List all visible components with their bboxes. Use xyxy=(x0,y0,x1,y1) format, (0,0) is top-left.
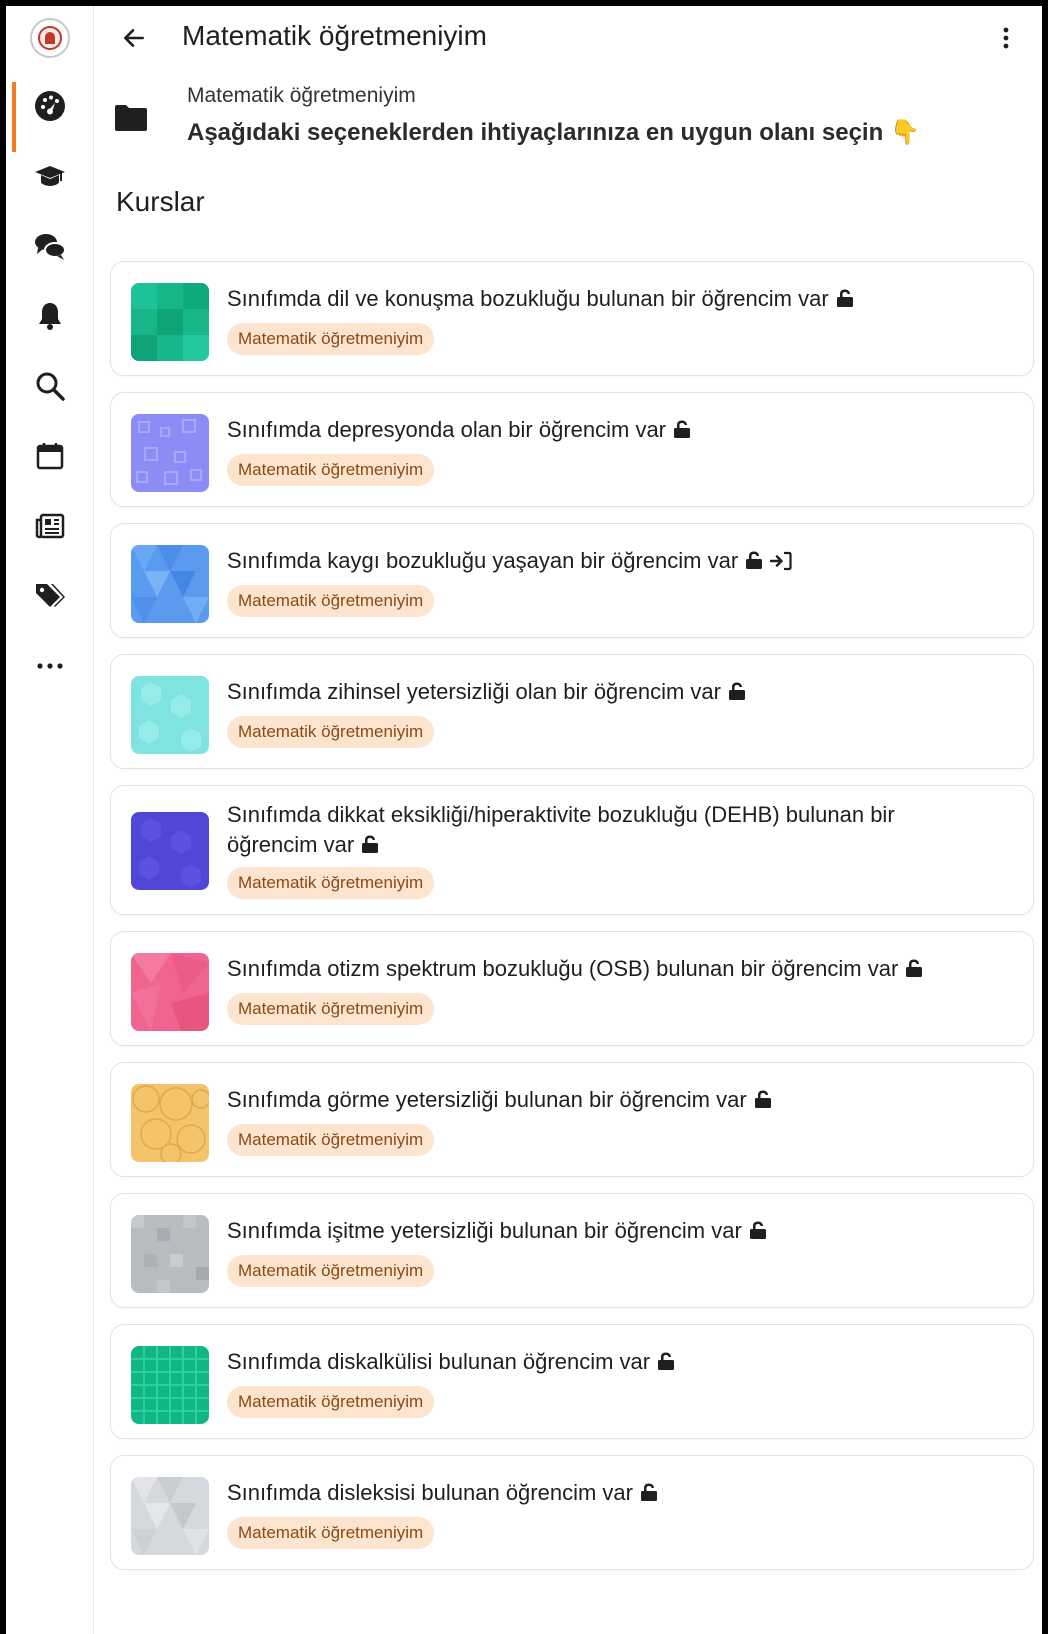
course-title[interactable]: Sınıfımda disleksisi bulunan öğrencim va… xyxy=(227,1478,993,1508)
folder-icon xyxy=(115,105,147,131)
unlock-icon xyxy=(754,1090,771,1108)
sidebar-item-courses[interactable] xyxy=(6,148,94,204)
unlock-icon xyxy=(836,289,853,307)
course-card[interactable]: Sınıfımda depresyonda olan bir öğrencim … xyxy=(110,392,1034,507)
category-description: Aşağıdaki seçeneklerden ihtiyaçlarınıza … xyxy=(187,118,920,147)
unlock-icon xyxy=(658,1352,675,1370)
unlock-icon xyxy=(728,682,745,700)
course-image xyxy=(131,953,209,1031)
course-title[interactable]: Sınıfımda dikkat eksikliği/hiperaktivite… xyxy=(227,800,943,860)
course-card[interactable]: Sınıfımda dikkat eksikliği/hiperaktivite… xyxy=(110,785,1034,915)
sidebar-item-blog[interactable] xyxy=(6,498,94,554)
tags-icon xyxy=(36,584,65,607)
news-icon xyxy=(35,513,65,539)
course-title[interactable]: Sınıfımda dil ve konuşma bozukluğu bulun… xyxy=(227,284,993,314)
course-title[interactable]: Sınıfımda görme yetersizliği bulunan bir… xyxy=(227,1085,993,1115)
course-card[interactable]: Sınıfımda görme yetersizliği bulunan bir… xyxy=(110,1062,1034,1177)
breadcrumb[interactable]: Matematik öğretmeniyim xyxy=(187,84,416,108)
graduation-cap-icon xyxy=(35,166,65,186)
course-card[interactable]: Sınıfımda diskalkülisi bulunan öğrencim … xyxy=(110,1324,1034,1439)
unlock-icon xyxy=(674,420,691,438)
course-image xyxy=(131,1084,209,1162)
course-image xyxy=(131,812,209,890)
category-badge: Matematik öğretmeniyim xyxy=(227,323,435,355)
top-bar: Matematik öğretmeniyim xyxy=(94,6,1042,70)
unlock-icon xyxy=(906,959,923,977)
course-title[interactable]: Sınıfımda zihinsel yetersizliği olan bir… xyxy=(227,677,993,707)
logo-emblem-icon xyxy=(38,26,62,50)
sign-in-icon xyxy=(770,551,792,571)
sidebar-item-more[interactable] xyxy=(6,638,94,694)
category-badge: Matematik öğretmeniyim xyxy=(227,1386,435,1418)
pointing-down-icon: 👇 xyxy=(889,119,920,146)
chat-icon xyxy=(35,234,66,260)
page-title: Matematik öğretmeniyim xyxy=(182,20,487,51)
category-description-text: Aşağıdaki seçeneklerden ihtiyaçlarınıza … xyxy=(187,119,884,146)
sidebar-item-tags[interactable] xyxy=(6,568,94,624)
arrow-left-icon xyxy=(124,29,144,47)
course-title[interactable]: Sınıfımda otizm spektrum bozukluğu (OSB)… xyxy=(227,954,993,984)
unlock-icon xyxy=(749,1221,766,1239)
course-image xyxy=(131,545,209,623)
unlock-icon xyxy=(640,1483,657,1501)
search-icon xyxy=(36,372,65,401)
category-badge: Matematik öğretmeniyim xyxy=(227,1255,435,1287)
category-badge: Matematik öğretmeniyim xyxy=(227,867,435,899)
sidebar-item-notifications[interactable] xyxy=(6,288,94,344)
category-badge: Matematik öğretmeniyim xyxy=(227,1124,435,1156)
course-card[interactable]: Sınıfımda otizm spektrum bozukluğu (OSB)… xyxy=(110,931,1034,1046)
course-image xyxy=(131,676,209,754)
course-image xyxy=(131,1346,209,1424)
course-title[interactable]: Sınıfımda diskalkülisi bulunan öğrencim … xyxy=(227,1347,993,1377)
course-image xyxy=(131,1215,209,1293)
sidebar-item-calendar[interactable] xyxy=(6,428,94,484)
course-image xyxy=(131,1477,209,1555)
course-card[interactable]: Sınıfımda kaygı bozukluğu yaşayan bir öğ… xyxy=(110,523,1034,638)
category-badge: Matematik öğretmeniyim xyxy=(227,993,435,1025)
course-card[interactable]: Sınıfımda disleksisi bulunan öğrencim va… xyxy=(110,1455,1034,1570)
course-card[interactable]: Sınıfımda zihinsel yetersizliği olan bir… xyxy=(110,654,1034,769)
back-button[interactable] xyxy=(116,20,152,56)
unlock-icon xyxy=(746,551,763,569)
category-badge: Matematik öğretmeniyim xyxy=(227,716,435,748)
sidebar-item-search[interactable] xyxy=(6,358,94,414)
course-title[interactable]: Sınıfımda işitme yetersizliği bulunan bi… xyxy=(227,1216,993,1246)
app-frame: Matematik öğretmeniyim Matematik öğretme… xyxy=(6,6,1042,1634)
sidebar xyxy=(6,6,94,1634)
category-badge: Matematik öğretmeniyim xyxy=(227,585,435,617)
more-icon xyxy=(37,663,63,669)
dashboard-icon xyxy=(35,91,65,121)
course-title[interactable]: Sınıfımda depresyonda olan bir öğrencim … xyxy=(227,415,993,445)
unlock-icon xyxy=(362,835,379,853)
kebab-menu-icon xyxy=(1003,27,1009,49)
sidebar-item-messages[interactable] xyxy=(6,218,94,274)
section-title: Kurslar xyxy=(116,186,205,217)
category-badge: Matematik öğretmeniyim xyxy=(227,454,435,486)
course-list: Sınıfımda dil ve konuşma bozukluğu bulun… xyxy=(110,261,1034,1586)
course-image xyxy=(131,283,209,361)
bell-icon xyxy=(39,303,61,330)
more-options-button[interactable] xyxy=(992,22,1020,54)
sidebar-item-dashboard[interactable] xyxy=(6,78,94,152)
course-image xyxy=(131,414,209,492)
course-title[interactable]: Sınıfımda kaygı bozukluğu yaşayan bir öğ… xyxy=(227,546,993,576)
calendar-icon xyxy=(36,443,64,470)
course-card[interactable]: Sınıfımda işitme yetersizliği bulunan bi… xyxy=(110,1193,1034,1308)
site-logo[interactable] xyxy=(30,18,70,58)
category-badge: Matematik öğretmeniyim xyxy=(227,1517,435,1549)
category-header: Matematik öğretmeniyim Aşağıdaki seçenek… xyxy=(94,76,1042,156)
course-card[interactable]: Sınıfımda dil ve konuşma bozukluğu bulun… xyxy=(110,261,1034,376)
